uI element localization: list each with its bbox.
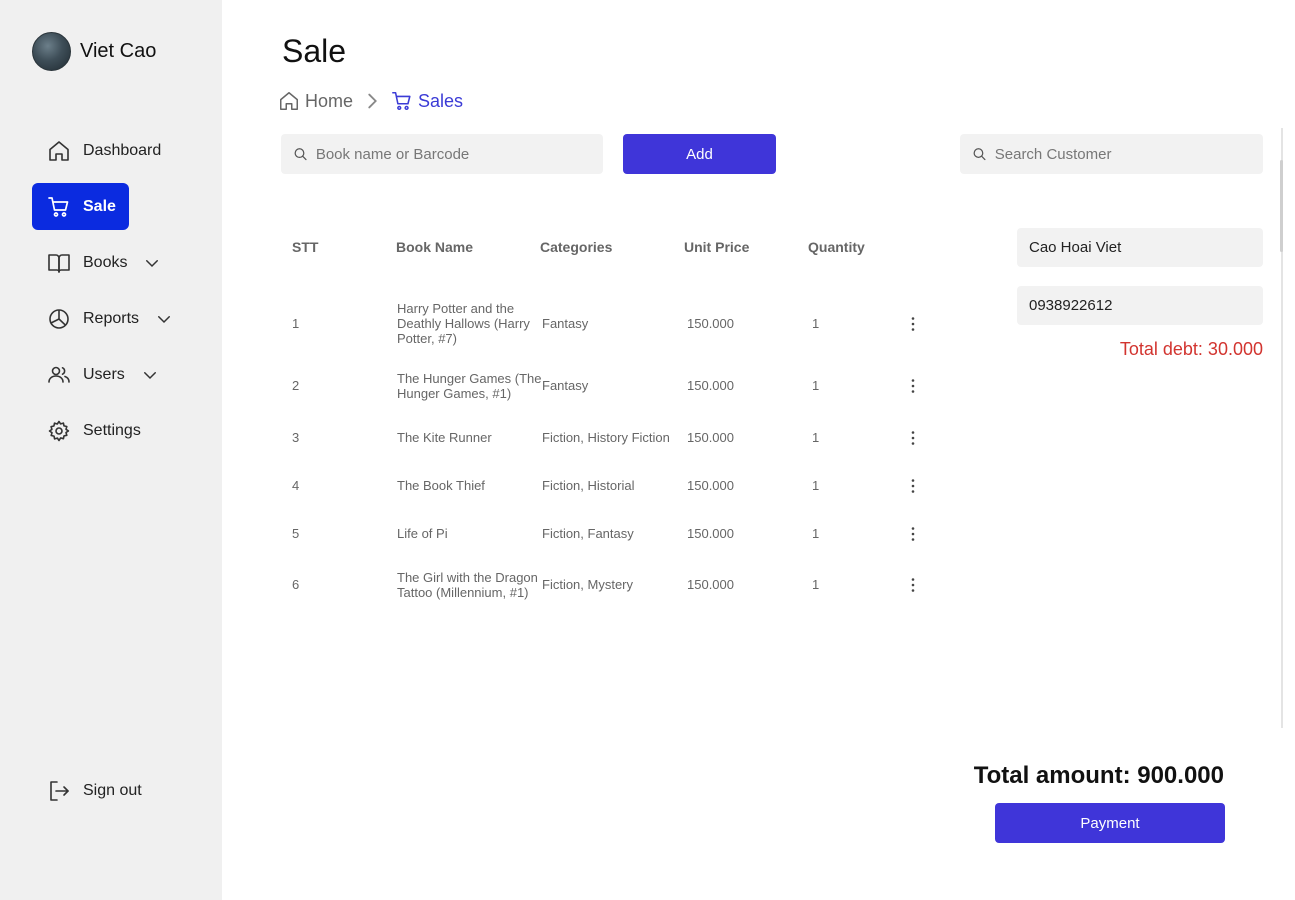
- cart-icon: [392, 91, 411, 111]
- customer-search-box: [960, 134, 1263, 174]
- cell-quantity: 1: [812, 526, 820, 541]
- home-icon: [49, 140, 69, 161]
- more-vertical-icon[interactable]: [908, 526, 918, 542]
- cell-book-name: The Girl with the Dragon Tattoo (Millenn…: [397, 570, 538, 600]
- book-icon: [48, 253, 70, 273]
- cell-stt: 2: [292, 378, 300, 393]
- more-vertical-icon[interactable]: [908, 316, 918, 332]
- sign-out-button[interactable]: Sign out: [32, 767, 142, 814]
- cell-book-name: The Kite Runner: [397, 430, 492, 445]
- cell-quantity: 1: [812, 577, 820, 592]
- page-title: Sale: [282, 33, 347, 69]
- cart-icon: [48, 196, 69, 217]
- sidebar-item-sale[interactable]: Sale: [32, 183, 129, 230]
- payment-button[interactable]: Payment: [995, 803, 1225, 843]
- customer-phone-field[interactable]: 0938922612: [1017, 286, 1263, 325]
- sidebar-item-label: Settings: [83, 421, 141, 439]
- cell-quantity: 1: [812, 478, 820, 493]
- cell-categories: Fiction, Historial: [542, 478, 635, 493]
- chevron-down-icon[interactable]: [143, 254, 161, 272]
- column-header-unit-price: Unit Price: [684, 239, 750, 255]
- pie-chart-icon: [49, 308, 69, 329]
- sidebar-item-users[interactable]: Users: [32, 351, 159, 398]
- cell-categories: Fiction, Mystery: [542, 577, 634, 592]
- cell-unit-price: 150.000: [687, 478, 734, 493]
- column-header-book-name: Book Name: [396, 239, 474, 255]
- customer-name-field[interactable]: Cao Hoai Viet: [1017, 228, 1263, 267]
- sidebar-item-label: Books: [83, 253, 128, 271]
- sidebar-item-label: Sale: [83, 197, 116, 215]
- cell-categories: Fiction, Fantasy: [542, 526, 634, 541]
- cell-quantity: 1: [812, 378, 820, 393]
- cell-stt: 5: [292, 526, 300, 541]
- cell-unit-price: 150.000: [687, 378, 734, 393]
- cell-unit-price: 150.000: [687, 526, 734, 541]
- breadcrumb-current: Sales: [418, 90, 464, 111]
- breadcrumb-home[interactable]: Home: [305, 91, 353, 112]
- cell-categories: Fantasy: [542, 316, 589, 331]
- cell-stt: 6: [292, 577, 300, 592]
- column-header-quantity: Quantity: [808, 239, 865, 255]
- gear-icon: [48, 420, 70, 441]
- chevron-right-icon: [368, 93, 377, 109]
- cell-categories: Fantasy: [542, 378, 589, 393]
- cell-book-name: The Hunger Games (The Hunger Games, #1): [397, 371, 542, 401]
- more-vertical-icon[interactable]: [908, 378, 918, 394]
- breadcrumb: Home Sales: [278, 90, 463, 112]
- column-header-stt: STT: [292, 239, 319, 255]
- user-name: Viet Cao: [80, 40, 157, 62]
- cell-book-name: The Book Thief: [397, 478, 485, 493]
- sidebar-item-settings[interactable]: Settings: [32, 407, 141, 454]
- total-debt: Total debt: 30.000: [1119, 339, 1263, 359]
- more-vertical-icon[interactable]: [908, 430, 918, 446]
- avatar: [32, 32, 71, 71]
- more-vertical-icon[interactable]: [908, 478, 918, 494]
- search-icon: [294, 148, 307, 161]
- sidebar-item-label: Dashboard: [83, 141, 162, 159]
- cell-stt: 1: [292, 316, 300, 331]
- add-button[interactable]: Add: [623, 134, 776, 174]
- cell-stt: 3: [292, 430, 300, 445]
- chevron-down-icon[interactable]: [155, 310, 173, 328]
- sidebar-item-books[interactable]: Books: [32, 239, 161, 286]
- sidebar: Viet Cao Dashboard Sale Books Reports Us…: [0, 0, 222, 900]
- home-icon[interactable]: [278, 90, 300, 112]
- cell-book-name: Life of Pi: [397, 526, 448, 541]
- scrollbar-thumb[interactable]: [1280, 160, 1283, 252]
- total-amount: Total amount: 900.000: [973, 762, 1224, 789]
- cell-quantity: 1: [812, 430, 820, 445]
- cell-unit-price: 150.000: [687, 577, 734, 592]
- sidebar-item-label: Users: [83, 365, 125, 383]
- sidebar-item-label: Reports: [83, 309, 140, 327]
- search-icon: [973, 148, 986, 161]
- column-header-categories: Categories: [540, 239, 613, 255]
- sidebar-item-reports[interactable]: Reports: [32, 295, 173, 342]
- cell-quantity: 1: [812, 316, 820, 331]
- sidebar-item-dashboard[interactable]: Dashboard: [32, 127, 161, 174]
- cell-stt: 4: [292, 478, 300, 493]
- cell-unit-price: 150.000: [687, 430, 734, 445]
- sign-out-icon: [50, 780, 69, 801]
- chevron-down-icon[interactable]: [141, 366, 159, 384]
- cell-book-name: Harry Potter and the Deathly Hallows (Ha…: [397, 301, 530, 346]
- cell-categories: Fiction, History Fiction: [542, 430, 670, 445]
- sign-out-label: Sign out: [83, 781, 142, 799]
- book-search-input[interactable]: [315, 145, 603, 163]
- book-search-box: [281, 134, 603, 174]
- cell-unit-price: 150.000: [687, 316, 734, 331]
- more-vertical-icon[interactable]: [908, 577, 918, 593]
- users-icon: [48, 366, 70, 383]
- customer-search-input[interactable]: [994, 145, 1263, 163]
- user-profile[interactable]: Viet Cao: [32, 32, 156, 71]
